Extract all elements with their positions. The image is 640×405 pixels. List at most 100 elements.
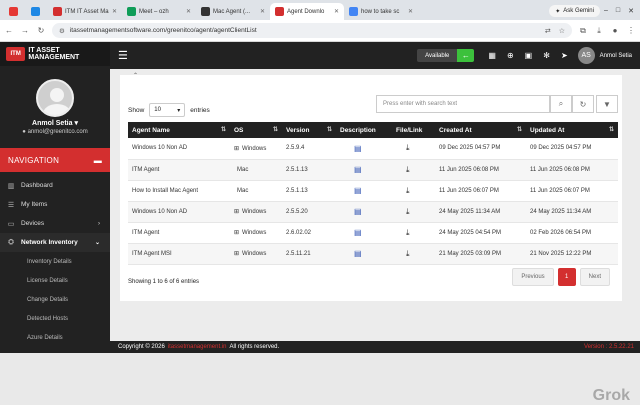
sidebar-subitem-license-details[interactable]: License Details: [0, 271, 110, 290]
maximize-icon[interactable]: □: [616, 7, 620, 15]
column-header[interactable]: Version ⇅: [282, 122, 336, 138]
browser-tab[interactable]: how to take sc ✕: [344, 3, 418, 20]
sort-icon[interactable]: ⇅: [609, 126, 614, 133]
filter-icon[interactable]: ▼: [596, 95, 618, 113]
column-header[interactable]: OS ⇅: [230, 122, 282, 138]
settings-icon[interactable]: ✻: [543, 51, 550, 60]
minimize-icon[interactable]: –: [604, 7, 608, 15]
sidebar-subitem-azure-details[interactable]: Azure Details: [0, 328, 110, 347]
close-tab-icon[interactable]: ✕: [112, 8, 117, 15]
translate-icon[interactable]: ⇄: [545, 27, 551, 35]
document-icon[interactable]: ▤: [354, 249, 362, 258]
sidebar-subitem-inventory-details[interactable]: Inventory Details: [0, 252, 110, 271]
user-icon: ●: [22, 129, 26, 135]
document-icon[interactable]: ▤: [354, 144, 362, 153]
table-row[interactable]: ITM Agent MSI ⊞ Windows 2.5.11.21 ▤ ⤓ 21 May 2…: [128, 243, 618, 265]
column-header[interactable]: File/Link: [392, 122, 435, 138]
column-header[interactable]: Created At ⇅: [435, 122, 526, 138]
collapse-icon[interactable]: ▬: [94, 156, 102, 165]
browser-tab[interactable]: ITM IT Asset Ma ✕: [48, 3, 122, 20]
table-row[interactable]: ITM Agent Mac 2.5.1.13 ▤ ⤓ 11 Jun 2025 06:08 …: [128, 159, 618, 181]
hamburger-icon[interactable]: ☰: [118, 49, 128, 62]
sidebar-subitem-change-details[interactable]: Change Details: [0, 290, 110, 309]
profile-email: ● anmol@greenitco.com: [22, 129, 87, 135]
sort-icon[interactable]: ⇅: [273, 126, 278, 133]
table-row[interactable]: How to Install Mac Agent Mac 2.5.1.13 ▤ ⤓ 11 …: [128, 180, 618, 202]
arrow-left-icon[interactable]: ←: [457, 49, 475, 62]
page-size-select[interactable]: 10 ▾: [149, 103, 186, 117]
send-icon[interactable]: ➤: [561, 51, 568, 60]
toolbar-icons: ▦ ⊕ ▣ ✻ ➤: [488, 51, 567, 60]
document-icon[interactable]: ▤: [354, 165, 362, 174]
sidebar-item-dashboard[interactable]: ▥ Dashboard: [0, 176, 110, 195]
table-row[interactable]: Windows 10 Non AD ⊞ Windows 2.5.9.4 ▤ ⤓ 09 Dec…: [128, 138, 618, 160]
download-icon[interactable]: ⤓: [406, 143, 410, 152]
sidebar-item-network-inventory[interactable]: ⛭ Network Inventory ⌄: [0, 233, 110, 252]
table-row[interactable]: ITM Agent ⊞ Windows 2.6.02.02 ▤ ⤓ 24 May 2025 …: [128, 222, 618, 244]
cell-created-at: 21 May 2025 03:09 PM: [435, 243, 526, 265]
column-header[interactable]: Updated At ⇅: [526, 122, 618, 138]
sort-icon[interactable]: ⇅: [517, 126, 522, 133]
grid-icon[interactable]: ▦: [488, 51, 496, 60]
document-icon[interactable]: ▤: [354, 228, 362, 237]
browser-tab[interactable]: [4, 3, 26, 20]
column-header[interactable]: Agent Name ⇅: [128, 122, 230, 138]
sidebar-item-devices[interactable]: ▭ Devices ›: [0, 214, 110, 233]
app-logo[interactable]: ITM IT ASSET MANAGEMENT: [0, 42, 110, 66]
sort-icon[interactable]: ⇅: [221, 126, 226, 133]
globe-icon[interactable]: ⊕: [507, 51, 514, 60]
refresh-icon[interactable]: ↻: [572, 95, 594, 113]
download-icon[interactable]: ⤓: [406, 186, 410, 195]
document-icon[interactable]: ▤: [354, 207, 362, 216]
url-input[interactable]: ⚙ itassetmanagementsoftware.com/greenitc…: [52, 23, 572, 38]
close-tab-icon[interactable]: ✕: [260, 8, 265, 15]
table-row[interactable]: Windows 10 Non AD ⊞ Windows 2.5.5.20 ▤ ⤓ 24 Ma…: [128, 201, 618, 223]
download-icon[interactable]: ⤓: [406, 207, 410, 216]
document-icon[interactable]: ▤: [354, 186, 362, 195]
sort-icon[interactable]: ⇅: [327, 126, 332, 133]
user-avatar[interactable]: AS: [577, 47, 595, 64]
reload-icon[interactable]: ↻: [36, 26, 46, 35]
browser-tab[interactable]: Mac Agent (... ✕: [196, 3, 270, 20]
sidebar-item-my-items[interactable]: ☰ My Items: [0, 195, 110, 214]
close-icon[interactable]: ✕: [628, 7, 634, 15]
windows-icon: ⊞: [234, 145, 240, 152]
next-button[interactable]: Next: [579, 268, 610, 286]
profile-icon[interactable]: ●: [610, 26, 620, 35]
column-header[interactable]: Description: [336, 122, 392, 138]
extensions-icon[interactable]: ⧉: [578, 26, 588, 36]
close-tab-icon[interactable]: ✕: [334, 8, 339, 15]
user-name[interactable]: Anmol Setia: [600, 53, 632, 59]
footer-link[interactable]: itassetmanagement.in: [168, 344, 227, 350]
back-icon[interactable]: ←: [4, 26, 14, 35]
browser-tab[interactable]: Meet – ozh ✕: [122, 3, 196, 20]
site-info-icon[interactable]: ⚙: [59, 27, 65, 35]
availability-status[interactable]: Available ←: [417, 49, 475, 62]
download-icon[interactable]: ⤓: [594, 26, 604, 36]
gemini-label: Ask Gemini: [563, 8, 594, 14]
cell-file-link: ⤓: [392, 201, 435, 223]
close-tab-icon[interactable]: ✕: [186, 8, 191, 15]
download-icon[interactable]: ⤓: [406, 249, 410, 258]
caret-down-icon[interactable]: ▾: [74, 120, 78, 127]
ask-gemini-button[interactable]: ✦ Ask Gemini: [549, 5, 600, 17]
browser-tab[interactable]: [26, 3, 48, 20]
browser-tab[interactable]: Agent Downlo ✕: [270, 3, 344, 20]
url-text: itassetmanagementsoftware.com/greenitco/…: [69, 27, 257, 34]
previous-button[interactable]: Previous: [512, 268, 554, 286]
menu-icon[interactable]: ⋮: [626, 26, 636, 35]
download-icon[interactable]: ⤓: [406, 165, 410, 174]
close-tab-icon[interactable]: ✕: [408, 8, 413, 15]
bookmark-icon[interactable]: ☆: [559, 27, 565, 35]
download-icon[interactable]: ⤓: [406, 228, 410, 237]
favicon-icon: [9, 7, 18, 16]
cell-os-text: Windows: [242, 251, 267, 257]
profile-name[interactable]: Anmol Setia ▾: [32, 119, 78, 127]
box-icon[interactable]: ▣: [525, 51, 533, 60]
page-1-button[interactable]: 1: [557, 268, 576, 286]
chevron-down-icon: ▾: [177, 107, 181, 114]
search-input[interactable]: Press enter with search text: [376, 95, 550, 113]
sidebar-subitem-detected-hosts[interactable]: Detected Hosts: [0, 309, 110, 328]
search-icon[interactable]: ⌕: [550, 95, 572, 113]
forward-icon[interactable]: →: [20, 26, 30, 35]
